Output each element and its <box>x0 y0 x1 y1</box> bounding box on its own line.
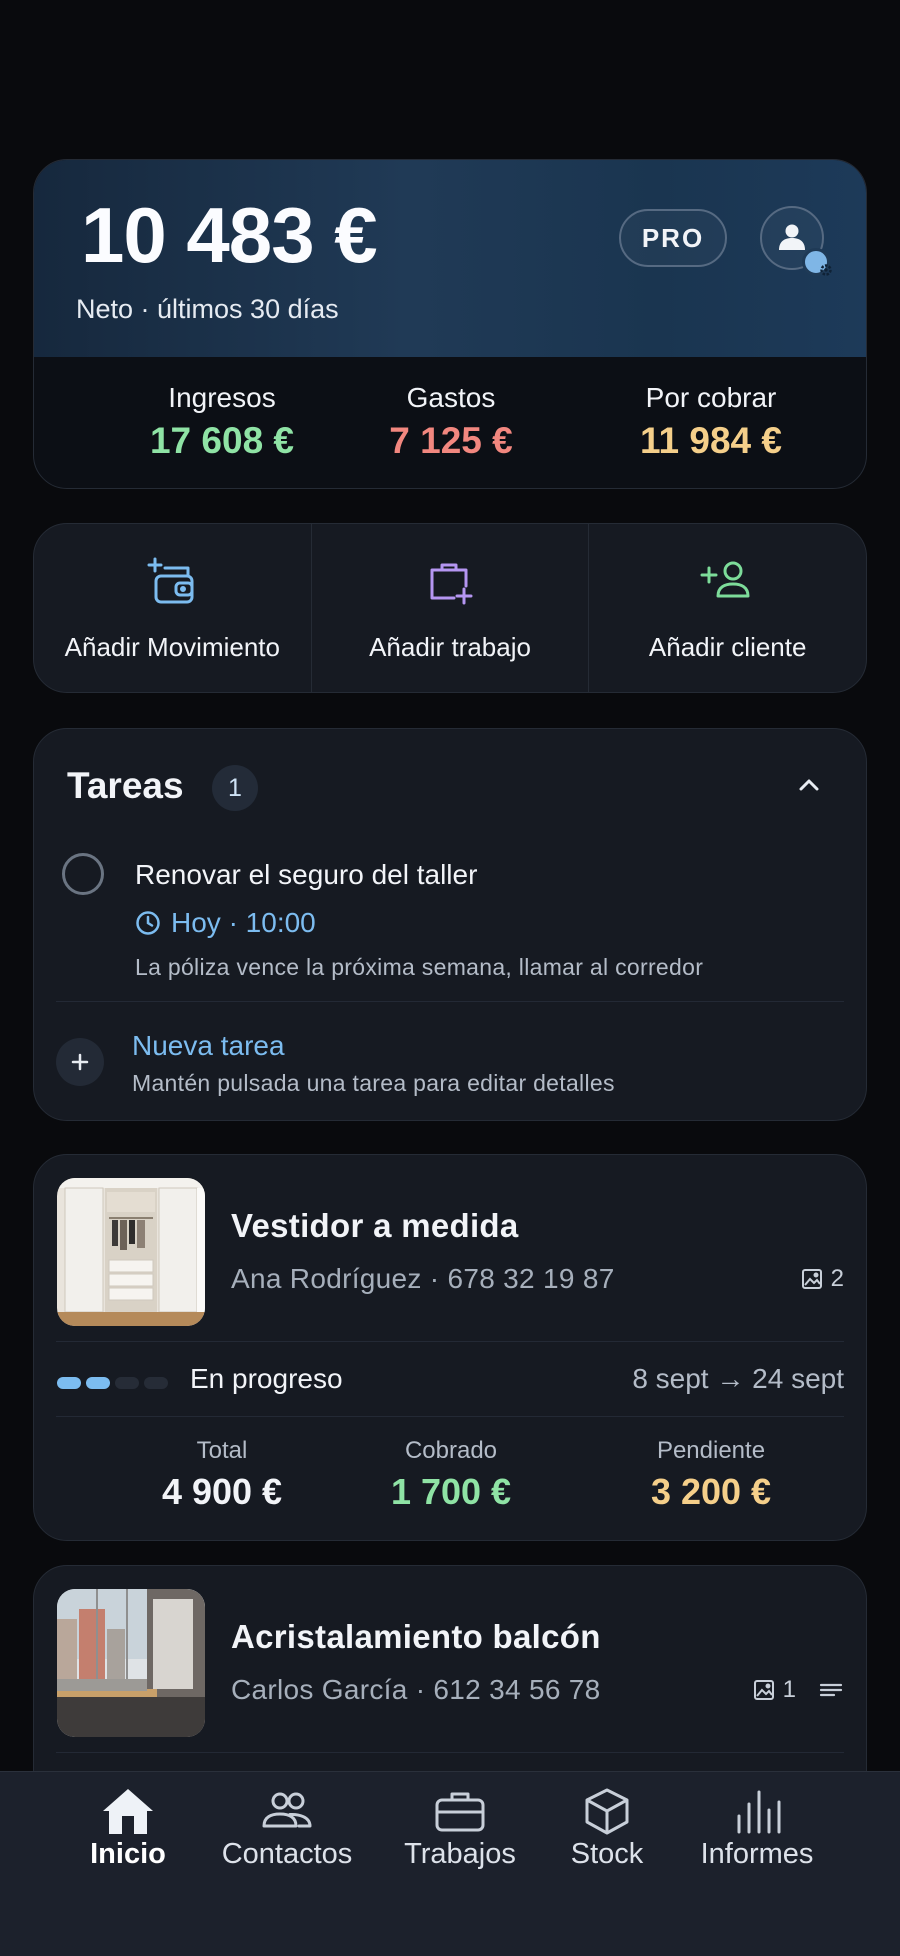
task-time-text: Hoy · 10:00 <box>171 907 316 938</box>
add-briefcase-icon <box>430 563 473 605</box>
bottom-nav: Inicio Contactos Trabajos Stock Informes <box>0 1771 900 1956</box>
add-client-label: Añadir cliente <box>648 632 807 662</box>
job-paid: Cobrado 1 700 € <box>321 1437 581 1513</box>
add-movement-button[interactable]: Añadir Movimiento <box>34 524 312 692</box>
stat-gastos: Gastos 7 125 € <box>321 382 581 462</box>
task-checkbox[interactable] <box>62 853 104 895</box>
progress-indicator <box>57 1377 168 1389</box>
job-paid-value: 1 700 € <box>390 1471 512 1512</box>
new-task-hint: Mantén pulsada una tarea para editar det… <box>132 1070 615 1096</box>
stat-value: 7 125 € <box>389 420 513 461</box>
job-dates: 8 sept → 24 sept <box>632 1363 844 1394</box>
stat-value: 17 608 € <box>149 420 295 461</box>
notes-icon <box>819 1683 843 1697</box>
stat-label: Ingresos <box>168 382 276 413</box>
task-title[interactable]: Renovar el seguro del taller <box>135 859 477 891</box>
job-status: En progreso <box>190 1363 343 1394</box>
job-client: Carlos García · 612 34 56 78 <box>231 1674 601 1706</box>
divider <box>56 1001 844 1002</box>
nav-label: Stock <box>570 1838 644 1870</box>
job-photo-count: 2 <box>801 1265 844 1293</box>
progress-step-done <box>57 1377 81 1389</box>
job-paid-label: Cobrado <box>404 1437 498 1464</box>
new-task-label[interactable]: Nueva tarea <box>132 1030 285 1062</box>
clock-icon <box>136 911 160 935</box>
add-movement-label: Añadir Movimiento <box>64 632 280 662</box>
bar-chart-icon <box>737 1790 781 1834</box>
net-label: Neto · últimos 30 días <box>76 294 339 324</box>
image-icon <box>801 1269 822 1289</box>
stat-label: Por cobrar <box>645 382 777 413</box>
gear-icon <box>802 248 832 276</box>
contacts-icon <box>262 1792 312 1828</box>
nav-label: Contactos <box>221 1838 353 1870</box>
tasks-title: Tareas <box>67 765 184 806</box>
task-time: Hoy · 10:00 <box>135 907 316 939</box>
divider <box>56 1752 844 1753</box>
progress-step-pending <box>144 1377 168 1389</box>
task-note: La póliza vence la próxima semana, llama… <box>135 954 704 980</box>
nav-label: Inicio <box>90 1838 166 1870</box>
add-job-label: Añadir trabajo <box>369 632 531 662</box>
tasks-count-badge: 1 <box>212 765 258 811</box>
job-card[interactable]: Vestidor a medida Ana Rodríguez · 678 32… <box>33 1154 867 1541</box>
job-pending-value: 3 200 € <box>650 1471 772 1512</box>
stat-ingresos: Ingresos 17 608 € <box>92 382 352 462</box>
progress-step-pending <box>115 1377 139 1389</box>
add-user-icon <box>700 561 750 598</box>
stat-value: 11 984 € <box>640 420 782 461</box>
job-total: Total 4 900 € <box>92 1437 352 1513</box>
job-pending-label: Pendiente <box>656 1437 766 1464</box>
photo-count: 1 <box>782 1676 796 1703</box>
job-total-label: Total <box>196 1437 248 1464</box>
stat-label: Gastos <box>406 382 496 413</box>
nav-label: Informes <box>700 1838 814 1870</box>
net-amount: 10 483 € <box>81 191 378 279</box>
plus-icon <box>71 1053 89 1071</box>
job-total-value: 4 900 € <box>161 1471 283 1512</box>
job-title: Acristalamiento balcón <box>231 1618 601 1655</box>
image-icon <box>753 1680 774 1700</box>
home-icon <box>103 1789 153 1834</box>
divider <box>56 1341 844 1342</box>
user-icon <box>779 224 805 250</box>
job-client-phone[interactable]: · 678 32 19 87 <box>430 1263 615 1294</box>
briefcase-icon <box>435 1792 485 1832</box>
progress-step-done <box>86 1377 110 1389</box>
job-client-phone[interactable]: · 612 34 56 78 <box>416 1674 601 1705</box>
photo-count: 2 <box>830 1265 844 1292</box>
new-task-button[interactable] <box>56 1038 104 1086</box>
box-icon <box>585 1788 629 1835</box>
job-pending: Pendiente 3 200 € <box>581 1437 841 1513</box>
summary-card: 10 483 € Neto · últimos 30 días PRO Ingr… <box>33 159 867 489</box>
job-client-name[interactable]: Ana Rodríguez <box>231 1263 422 1294</box>
profile-button[interactable] <box>760 206 832 276</box>
job-photo-count: 1 <box>753 1676 844 1704</box>
quick-actions: Añadir Movimiento Añadir trabajo Añadir … <box>33 523 867 693</box>
add-job-button[interactable]: Añadir trabajo <box>312 524 590 692</box>
add-wallet-icon <box>147 557 194 604</box>
chevron-up-icon[interactable] <box>798 778 820 792</box>
job-photo <box>57 1589 205 1737</box>
nav-label: Trabajos <box>404 1838 516 1870</box>
job-client-name[interactable]: Carlos García <box>231 1674 408 1705</box>
job-title: Vestidor a medida <box>231 1207 519 1244</box>
job-photo <box>57 1178 205 1326</box>
tasks-card: Tareas 1 Renovar el seguro del taller Ho… <box>33 728 867 1121</box>
add-client-button[interactable]: Añadir cliente <box>589 524 866 692</box>
job-client: Ana Rodríguez · 678 32 19 87 <box>231 1263 615 1295</box>
stat-por-cobrar: Por cobrar 11 984 € <box>581 382 841 462</box>
divider <box>56 1416 844 1417</box>
pro-badge[interactable]: PRO <box>619 209 727 267</box>
